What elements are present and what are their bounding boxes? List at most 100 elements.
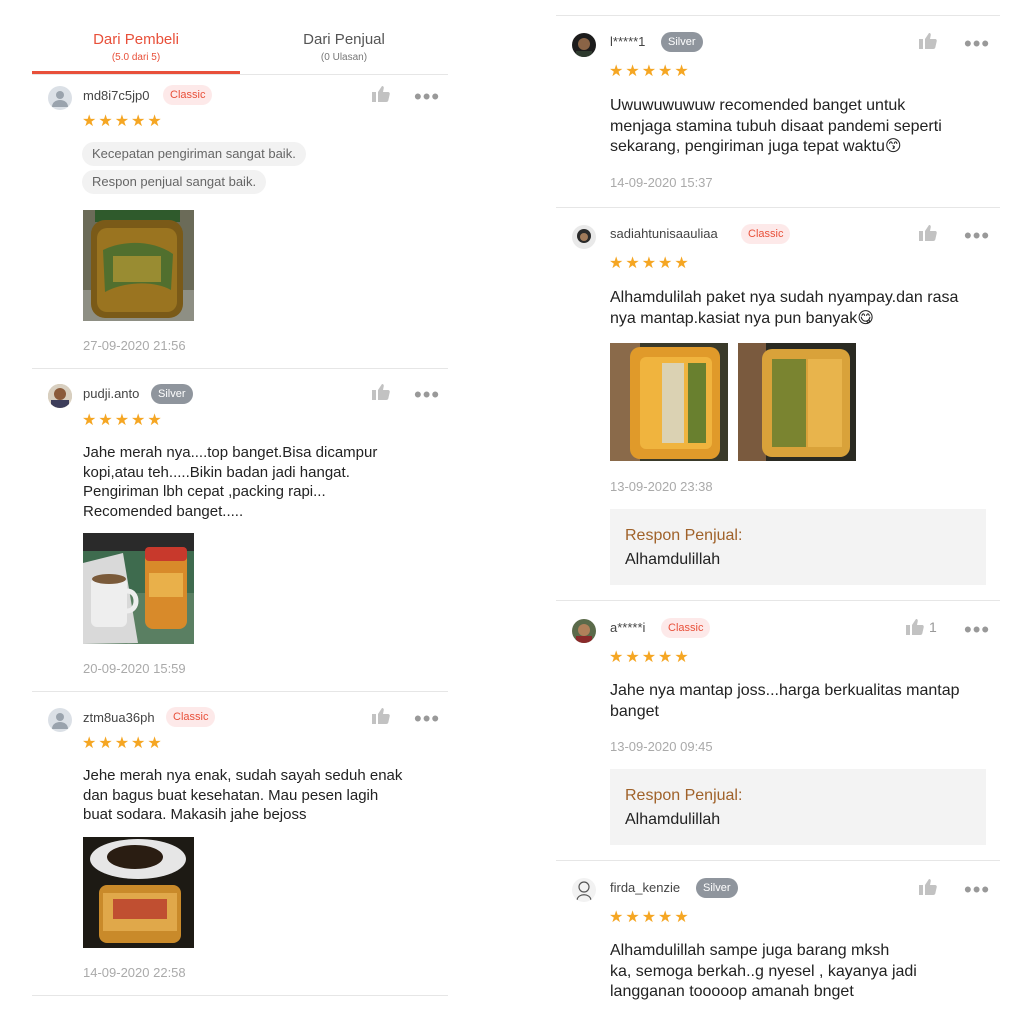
review-tag-chip: Kecepatan pengiriman sangat baik.: [82, 142, 306, 166]
tab-label: Dari Pembeli: [93, 31, 179, 48]
member-badge: Classic: [166, 707, 216, 727]
user-avatar-icon[interactable]: [572, 619, 596, 643]
review-photo-jar[interactable]: [610, 343, 728, 461]
review-username[interactable]: pudji.anto: [83, 386, 139, 401]
tab-sublabel: (0 Ulasan): [320, 52, 368, 63]
tab-from-seller[interactable]: Dari Penjual (0 Ulasan): [240, 30, 448, 65]
review-text-line: buat sodara. Makasih jahe bejoss: [83, 806, 307, 823]
more-options-icon[interactable]: •••: [414, 86, 440, 108]
review-card: md8i7c5jp0 Classic ••• ★★★★★ Kecepatan p…: [32, 84, 448, 368]
member-badge: Silver: [151, 384, 193, 404]
review-tabs: Dari Pembeli (5.0 dari 5) Dari Penjual (…: [32, 30, 448, 75]
review-text-line: banget: [610, 702, 659, 720]
review-text-line: Pengiriman lbh cepat ,packing rapi...: [83, 483, 326, 500]
review-card: sadiahtunisaauliaa Classic ••• ★★★★★ Alh…: [556, 224, 1000, 594]
star-rating: ★★★★★: [82, 735, 164, 752]
seller-response-box: Respon Penjual: Alhamdulillah: [610, 509, 986, 585]
more-options-icon[interactable]: •••: [414, 384, 440, 406]
user-avatar-icon[interactable]: [48, 708, 72, 732]
thumbs-up-icon[interactable]: [918, 877, 938, 897]
user-avatar-icon[interactable]: [572, 225, 596, 249]
review-date: 20-09-2020 15:59: [83, 661, 186, 676]
thumbs-up-icon[interactable]: [371, 706, 391, 726]
more-options-icon[interactable]: •••: [964, 879, 990, 901]
thumbs-up-icon[interactable]: [918, 223, 938, 243]
review-card: ztm8ua36ph Classic ••• ★★★★★ Jehe merah …: [32, 706, 448, 996]
member-badge: Silver: [696, 878, 738, 898]
thumbs-up-icon[interactable]: [918, 31, 938, 51]
more-options-icon[interactable]: •••: [414, 708, 440, 730]
review-tag-chip: Respon penjual sangat baik.: [82, 170, 267, 194]
review-text-line: sekarang, pengiriman juga tepat waktu😙: [610, 138, 902, 155]
review-text: Jahe nya mantap joss...harga berkualitas…: [610, 681, 998, 722]
review-username[interactable]: sadiahtunisaauliaa: [610, 226, 718, 241]
review-text-line: ka, semoga berkah..g nyesel , kayanya ja…: [610, 962, 917, 980]
review-divider: [556, 15, 1000, 16]
seller-response-text: Alhamdulillah: [625, 811, 721, 828]
star-rating: ★★★★★: [609, 649, 691, 666]
seller-response-box: Respon Penjual: Alhamdulillah: [610, 769, 986, 845]
review-date: 13-09-2020 09:45: [610, 739, 713, 754]
left-review-panel: Dari Pembeli (5.0 dari 5) Dari Penjual (…: [32, 0, 448, 1024]
review-text: Jahe merah nya....top banget.Bisa dicamp…: [83, 443, 443, 521]
review-date: 13-09-2020 23:38: [610, 479, 713, 494]
thumbs-up-icon[interactable]: [371, 84, 391, 104]
review-text: Alhamdulillah sampe juga barang mksh ka,…: [610, 941, 998, 1003]
star-rating: ★★★★★: [82, 113, 164, 130]
review-divider: [556, 860, 1000, 861]
review-text: Uwuwuwuwuw recomended banget untuk menja…: [610, 96, 998, 158]
tab-sublabel: (5.0 dari 5): [111, 52, 161, 63]
more-options-icon[interactable]: •••: [964, 225, 990, 247]
review-divider: [32, 995, 448, 996]
review-username[interactable]: l*****1: [610, 34, 645, 49]
user-avatar-icon[interactable]: [48, 384, 72, 408]
user-avatar-icon[interactable]: [48, 86, 72, 110]
more-options-icon[interactable]: •••: [964, 33, 990, 55]
review-photo-jar[interactable]: [738, 343, 856, 461]
star-rating: ★★★★★: [609, 63, 691, 80]
review-date: 14-09-2020 22:58: [83, 965, 186, 980]
thumbs-up-icon[interactable]: [905, 617, 925, 637]
more-options-icon[interactable]: •••: [964, 619, 990, 641]
star-rating: ★★★★★: [609, 255, 691, 272]
review-username[interactable]: ztm8ua36ph: [83, 710, 155, 725]
review-divider: [32, 691, 448, 692]
review-text-line: Recomended banget.....: [83, 502, 244, 520]
review-photo-cup-and-jar[interactable]: [83, 837, 194, 948]
member-badge: Classic: [741, 224, 791, 244]
review-text-line: Jehe merah nya enak, sudah sayah seduh e…: [83, 767, 403, 784]
review-text-line: Jahe merah nya....top banget.Bisa dicamp…: [83, 444, 378, 461]
right-review-panel: l*****1 Silver ••• ★★★★★ Uwuwuwuwuw reco…: [556, 0, 1000, 1024]
review-divider: [556, 207, 1000, 208]
review-text-line: dan bagus buat kesehatan. Mau pesen lagi…: [83, 786, 379, 804]
tabs-divider: [32, 74, 448, 75]
review-username[interactable]: a*****i: [610, 620, 645, 635]
review-username[interactable]: firda_kenzie: [610, 880, 680, 895]
review-divider: [32, 368, 448, 369]
review-text-line: langganan tooooop amanah bnget: [610, 983, 854, 1000]
thumbs-up-icon[interactable]: [371, 382, 391, 402]
user-avatar-icon[interactable]: [572, 878, 596, 902]
star-rating: ★★★★★: [609, 909, 691, 926]
review-text-line: Uwuwuwuwuw recomended banget untuk: [610, 97, 906, 114]
review-text-line: kopi,atau teh.....Bikin badan jadi hanga…: [83, 463, 350, 481]
review-card: pudji.anto Silver ••• ★★★★★ Jahe merah n…: [32, 384, 448, 690]
review-text: Jehe merah nya enak, sudah sayah seduh e…: [83, 766, 443, 825]
star-rating: ★★★★★: [82, 412, 164, 429]
seller-response-label: Respon Penjual:: [625, 527, 743, 544]
review-photo-jar[interactable]: [83, 210, 194, 321]
user-avatar-icon[interactable]: [572, 33, 596, 57]
seller-response-text: Alhamdulillah: [625, 551, 721, 568]
tab-label: Dari Penjual: [303, 31, 385, 48]
review-card: firda_kenzie Silver ••• ★★★★★ Alhamdulil…: [556, 878, 1000, 1018]
seller-response-label: Respon Penjual:: [625, 787, 743, 804]
review-card: a*****i Classic 1 ••• ★★★★★ Jahe nya man…: [556, 618, 1000, 858]
review-text-line: Alhamdulilah paket nya sudah nyampay.dan…: [610, 289, 959, 306]
member-badge: Classic: [163, 85, 213, 105]
review-divider: [556, 600, 1000, 601]
tab-from-buyer[interactable]: Dari Pembeli (5.0 dari 5): [32, 30, 240, 65]
review-text-line: menjaga stamina tubuh disaat pandemi sep…: [610, 117, 942, 135]
review-username[interactable]: md8i7c5jp0: [83, 88, 150, 103]
review-photo-cup-and-jar[interactable]: [83, 533, 194, 644]
review-text-line: nya mantap.kasiat nya pun banyak😋: [610, 309, 874, 327]
